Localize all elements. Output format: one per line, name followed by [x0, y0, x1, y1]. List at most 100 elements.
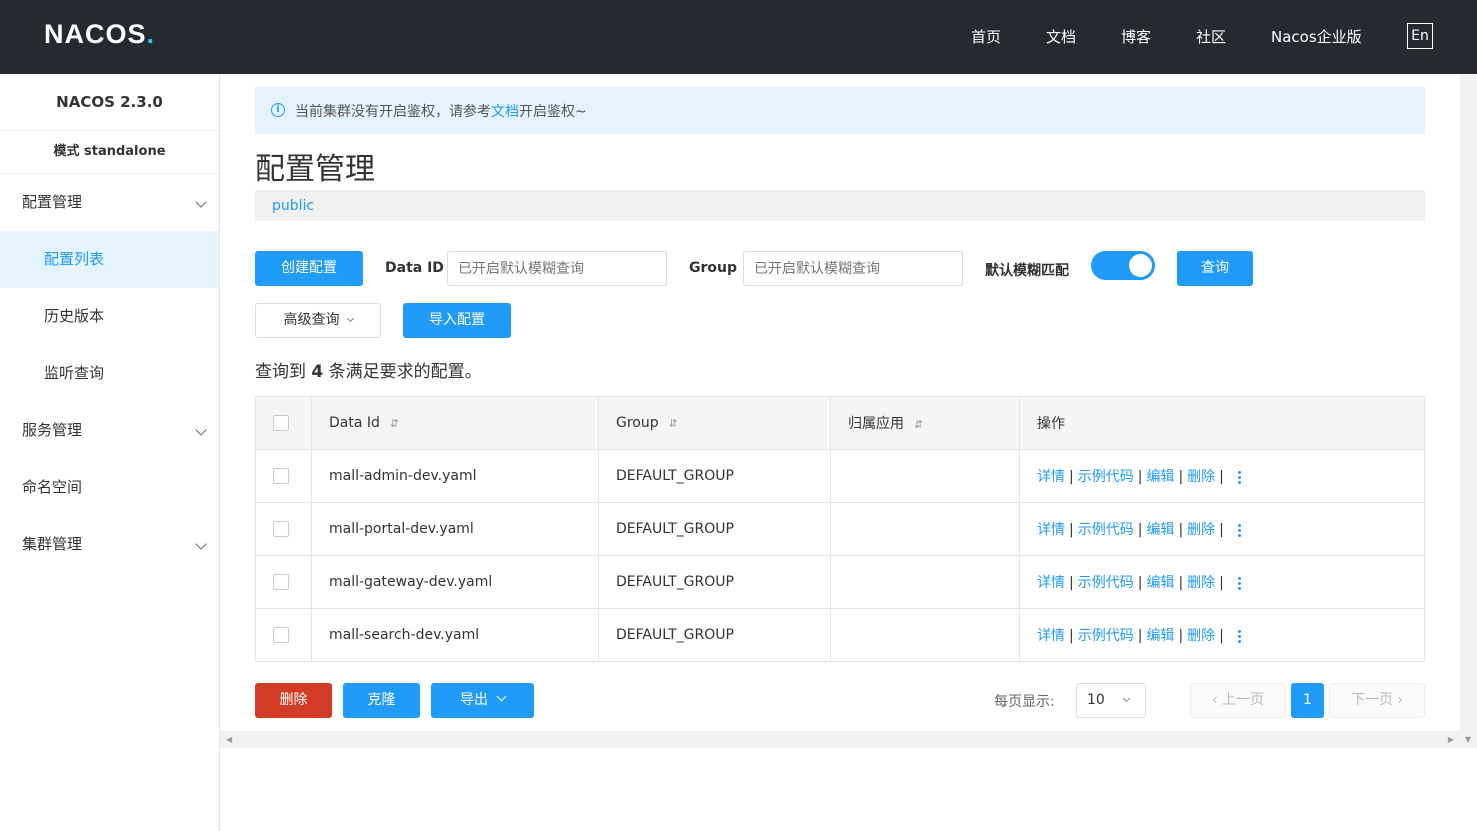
cell-group: DEFAULT_GROUP — [598, 555, 831, 609]
sidebar: NACOS 2.3.0 模式 standalone 配置管理 配置列表 历史版本… — [0, 74, 220, 831]
select-all-checkbox[interactable] — [273, 415, 289, 431]
edit-link[interactable]: 编辑 — [1146, 628, 1174, 644]
sample-code-link[interactable]: 示例代码 — [1078, 575, 1134, 591]
scroll-left-icon[interactable]: ◀ — [226, 735, 232, 744]
header-group[interactable]: Group ⇵ — [598, 396, 831, 450]
nav-blog[interactable]: 博客 — [1121, 26, 1151, 47]
toggle-knob — [1129, 254, 1152, 277]
page-size-select[interactable]: 10 — [1076, 683, 1146, 718]
sidebar-item-label: 集群管理 — [22, 535, 83, 553]
more-icon[interactable] — [1237, 575, 1242, 592]
row-checkbox[interactable] — [273, 627, 289, 643]
create-config-button[interactable]: 创建配置 — [255, 251, 363, 286]
detail-link[interactable]: 详情 — [1037, 628, 1065, 644]
table-row: mall-portal-dev.yaml DEFAULT_GROUP 详情 | 示例… — [255, 502, 1425, 556]
scroll-right-icon[interactable]: ▶ — [1448, 735, 1454, 744]
fuzzy-match-toggle[interactable] — [1091, 251, 1155, 280]
table-row: mall-search-dev.yaml DEFAULT_GROUP 详情 | 示例… — [255, 608, 1425, 662]
version-label: NACOS 2.3.0 — [0, 74, 219, 131]
select-all-cell — [255, 396, 312, 450]
sidebar-item-history[interactable]: 历史版本 — [0, 288, 219, 345]
sidebar-item-label: 监听查询 — [44, 364, 105, 382]
more-icon[interactable] — [1237, 522, 1242, 539]
prev-page-button[interactable]: ‹ 上一页 — [1190, 683, 1286, 718]
chevron-down-icon — [346, 314, 354, 323]
mode-label: 模式 standalone — [0, 131, 219, 174]
sample-code-link[interactable]: 示例代码 — [1078, 628, 1134, 644]
header-data-id[interactable]: Data Id ⇵ — [311, 396, 599, 450]
delete-link[interactable]: 删除 — [1187, 628, 1215, 644]
sidebar-item-label: 配置列表 — [44, 250, 105, 268]
vertical-scrollbar[interactable]: ▼ — [1460, 74, 1477, 748]
cell-ops: 详情 | 示例代码 | 编辑 | 删除 | — [1019, 555, 1425, 609]
data-id-label: Data ID — [385, 260, 444, 276]
detail-link[interactable]: 详情 — [1037, 469, 1065, 485]
result-summary: 查询到 4 条满足要求的配置。 — [255, 362, 482, 382]
namespace-public[interactable]: public — [272, 198, 314, 214]
horizontal-scrollbar[interactable]: ◀ ▶ — [220, 731, 1460, 748]
edit-link[interactable]: 编辑 — [1146, 575, 1174, 591]
sidebar-item-config-list[interactable]: 配置列表 — [0, 231, 219, 288]
sort-icon[interactable]: ⇵ — [669, 417, 678, 430]
sort-icon[interactable]: ⇵ — [914, 418, 923, 431]
nav-home[interactable]: 首页 — [971, 26, 1001, 47]
clone-button[interactable]: 克隆 — [343, 683, 420, 718]
cell-group: DEFAULT_GROUP — [598, 608, 831, 662]
row-checkbox[interactable] — [273, 521, 289, 537]
cell-data-id: mall-portal-dev.yaml — [311, 502, 599, 556]
header-app[interactable]: 归属应用 ⇵ — [830, 396, 1020, 450]
delete-link[interactable]: 删除 — [1187, 522, 1215, 538]
cell-app — [830, 449, 1020, 503]
batch-delete-button[interactable]: 删除 — [255, 683, 332, 718]
sidebar-item-service-management[interactable]: 服务管理 — [0, 402, 219, 459]
next-page-button[interactable]: 下一页 › — [1329, 683, 1425, 718]
cell-data-id: mall-gateway-dev.yaml — [311, 555, 599, 609]
info-icon: i — [271, 103, 285, 117]
edit-link[interactable]: 编辑 — [1146, 522, 1174, 538]
cell-app — [830, 502, 1020, 556]
current-page-button[interactable]: 1 — [1291, 683, 1324, 718]
sidebar-item-label: 服务管理 — [22, 421, 83, 439]
alert-text: 当前集群没有开启鉴权，请参考文档开启鉴权~ — [295, 104, 587, 120]
delete-link[interactable]: 删除 — [1187, 575, 1215, 591]
cell-ops: 详情 | 示例代码 | 编辑 | 删除 | — [1019, 608, 1425, 662]
sidebar-item-label: 配置管理 — [22, 193, 83, 211]
advanced-query-button[interactable]: 高级查询 — [255, 303, 381, 338]
edit-link[interactable]: 编辑 — [1146, 469, 1174, 485]
cell-ops: 详情 | 示例代码 | 编辑 | 删除 | — [1019, 449, 1425, 503]
sample-code-link[interactable]: 示例代码 — [1078, 522, 1134, 538]
sample-code-link[interactable]: 示例代码 — [1078, 469, 1134, 485]
header-ops: 操作 — [1019, 396, 1425, 450]
docs-link[interactable]: 文档 — [491, 104, 519, 120]
chevron-down-icon — [195, 196, 207, 208]
sort-icon[interactable]: ⇵ — [390, 417, 399, 430]
delete-link[interactable]: 删除 — [1187, 469, 1215, 485]
detail-link[interactable]: 详情 — [1037, 575, 1065, 591]
data-id-input[interactable] — [447, 251, 667, 286]
sidebar-item-config-management[interactable]: 配置管理 — [0, 174, 219, 231]
import-config-button[interactable]: 导入配置 — [403, 303, 511, 338]
detail-link[interactable]: 详情 — [1037, 522, 1065, 538]
export-button[interactable]: 导出 — [431, 683, 534, 718]
sidebar-item-namespace[interactable]: 命名空间 — [0, 459, 219, 516]
more-icon[interactable] — [1237, 469, 1242, 486]
table-header-row: Data Id ⇵ Group ⇵ 归属应用 ⇵ 操作 — [255, 396, 1425, 450]
nav-community[interactable]: 社区 — [1196, 26, 1226, 47]
language-toggle-button[interactable]: En — [1407, 23, 1433, 49]
sidebar-item-listener-query[interactable]: 监听查询 — [0, 345, 219, 402]
nav-enterprise[interactable]: Nacos企业版 — [1271, 26, 1362, 47]
page-title: 配置管理 — [255, 152, 375, 187]
sidebar-item-cluster-management[interactable]: 集群管理 — [0, 516, 219, 573]
row-checkbox[interactable] — [273, 574, 289, 590]
nacos-logo[interactable]: NACOS. — [44, 19, 155, 50]
row-checkbox[interactable] — [273, 468, 289, 484]
nav-docs[interactable]: 文档 — [1046, 26, 1076, 47]
table-row: mall-admin-dev.yaml DEFAULT_GROUP 详情 | 示例代… — [255, 449, 1425, 503]
scroll-down-icon[interactable]: ▼ — [1465, 735, 1471, 744]
cell-group: DEFAULT_GROUP — [598, 502, 831, 556]
more-icon[interactable] — [1237, 628, 1242, 645]
cell-app — [830, 608, 1020, 662]
group-input[interactable] — [743, 251, 963, 286]
fuzzy-match-label: 默认模糊匹配 — [985, 263, 1069, 279]
query-button[interactable]: 查询 — [1177, 251, 1253, 286]
